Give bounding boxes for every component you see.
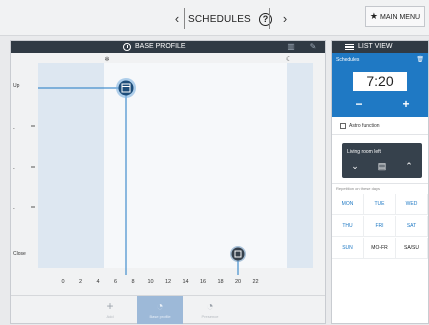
day-button[interactable]: MON bbox=[332, 194, 364, 215]
trash-icon[interactable]: 🗑 bbox=[416, 56, 424, 63]
clock-icon bbox=[123, 43, 131, 51]
day-button[interactable]: TUE bbox=[364, 194, 396, 215]
chevron-left-icon: ‹ bbox=[174, 11, 180, 26]
list-panel: LIST VIEW Schedules 🗑 7:20 − + Astro fun… bbox=[331, 40, 429, 324]
plus-icon: + bbox=[106, 299, 114, 313]
add-label: Add bbox=[106, 314, 114, 319]
main-menu-button[interactable]: ★ MAIN MENU bbox=[365, 6, 425, 27]
x-tick-label: 22 bbox=[252, 279, 258, 285]
y-label-tick: - bbox=[13, 126, 15, 132]
separator bbox=[269, 8, 270, 29]
x-tick-label: 12 bbox=[165, 279, 171, 285]
astro-label: Astro function bbox=[349, 123, 380, 129]
wrench-icon[interactable]: ✎ bbox=[308, 42, 318, 52]
x-tick-label: 2 bbox=[79, 279, 82, 285]
next-button[interactable]: › bbox=[276, 10, 294, 28]
list-view-icon bbox=[345, 44, 354, 50]
x-tick-label: 8 bbox=[131, 279, 134, 285]
profile-title-group: BASE PROFILE bbox=[123, 42, 186, 52]
profile-title: BASE PROFILE bbox=[135, 43, 186, 50]
main-menu-label: MAIN MENU bbox=[380, 14, 421, 21]
bottom-toolbar: + Add ◔ Base profile ◔ Presence bbox=[11, 295, 325, 324]
star-icon: ★ bbox=[369, 11, 378, 21]
title-group: SCHEDULES ? bbox=[188, 9, 272, 29]
day-button[interactable]: THU bbox=[332, 216, 364, 237]
chevron-right-icon: › bbox=[282, 11, 288, 26]
x-tick-label: 0 bbox=[61, 279, 64, 285]
presence-label: Presence bbox=[201, 314, 219, 319]
sun-icon: ✻ bbox=[104, 56, 109, 63]
x-tick-label: 6 bbox=[114, 279, 117, 285]
chevron-down-icon[interactable]: ⌄ bbox=[348, 160, 362, 172]
day-button[interactable]: MO-FR bbox=[364, 238, 396, 259]
divider bbox=[332, 134, 428, 135]
add-button[interactable]: + Add bbox=[87, 296, 133, 324]
day-button[interactable]: WED bbox=[396, 194, 428, 215]
y-label-close: Close bbox=[13, 251, 26, 257]
x-tick-label: 16 bbox=[200, 279, 206, 285]
list-header: LIST VIEW bbox=[332, 41, 428, 53]
day-button[interactable]: SUN bbox=[332, 238, 364, 259]
window-closed-glyph-inner bbox=[235, 251, 241, 257]
x-tick-label: 4 bbox=[96, 279, 99, 285]
presence-button[interactable]: ◔ Presence bbox=[187, 296, 233, 324]
x-tick-label: 10 bbox=[147, 279, 153, 285]
x-tick-label: 20 bbox=[235, 279, 241, 285]
presence-icon: ◔ bbox=[206, 299, 214, 313]
x-tick-label: 14 bbox=[182, 279, 188, 285]
page-title: SCHEDULES bbox=[188, 13, 251, 25]
y-label-tick: - bbox=[13, 206, 15, 212]
profile-panel: BASE PROFILE ▥ ✎ ✻ ☾ 0 2 4 6 8 10 12 14 16 18 20 22 U… bbox=[10, 40, 326, 324]
decrement-button[interactable]: − bbox=[352, 97, 366, 111]
night-shade-evening bbox=[287, 63, 313, 268]
day-button[interactable]: FRI bbox=[364, 216, 396, 237]
day-button[interactable]: SA/SU bbox=[396, 238, 428, 259]
base-profile-label: Base profile bbox=[149, 314, 171, 319]
profile-chart-svg: ✻ ☾ 0 2 4 6 8 10 12 14 16 18 20 22 bbox=[31, 55, 313, 285]
chevron-up-icon[interactable]: ⌃ bbox=[402, 160, 416, 172]
room-card: Living room left ⌄ ▤ ⌃ bbox=[342, 143, 422, 178]
x-tick-label: 18 bbox=[217, 279, 223, 285]
divider bbox=[332, 183, 428, 184]
top-bar: ‹ SCHEDULES ? › ★ MAIN MENU bbox=[0, 0, 429, 36]
window-stop-icon[interactable]: ▤ bbox=[375, 160, 389, 172]
profile-header: BASE PROFILE ▥ ✎ bbox=[11, 41, 325, 53]
astro-function-toggle[interactable]: Astro function bbox=[340, 123, 380, 129]
base-profile-icon: ◔ bbox=[156, 299, 164, 313]
base-profile-button[interactable]: ◔ Base profile bbox=[137, 296, 183, 324]
time-display[interactable]: 7:20 bbox=[353, 72, 407, 91]
window-open-icon bbox=[118, 80, 134, 96]
schedules-label: Schedules bbox=[336, 57, 360, 63]
moon-icon: ☾ bbox=[286, 55, 292, 63]
profile-chart[interactable]: ✻ ☾ 0 2 4 6 8 10 12 14 16 18 20 22 Up - - - Close bbox=[11, 53, 325, 298]
night-shade-morning bbox=[38, 63, 104, 268]
separator bbox=[184, 8, 185, 29]
schedule-editor: Schedules 🗑 7:20 − + bbox=[332, 53, 428, 117]
day-button[interactable]: SAT bbox=[396, 216, 428, 237]
list-title: LIST VIEW bbox=[358, 43, 393, 50]
y-label-up: Up bbox=[13, 83, 20, 89]
astro-checkbox[interactable] bbox=[340, 123, 346, 129]
room-title: Living room left bbox=[347, 149, 381, 155]
increment-button[interactable]: + bbox=[399, 97, 413, 111]
repetition-label: Repetition on these days bbox=[336, 186, 381, 191]
y-label-tick: - bbox=[13, 166, 15, 172]
trash-icon[interactable]: ▥ bbox=[286, 42, 296, 52]
